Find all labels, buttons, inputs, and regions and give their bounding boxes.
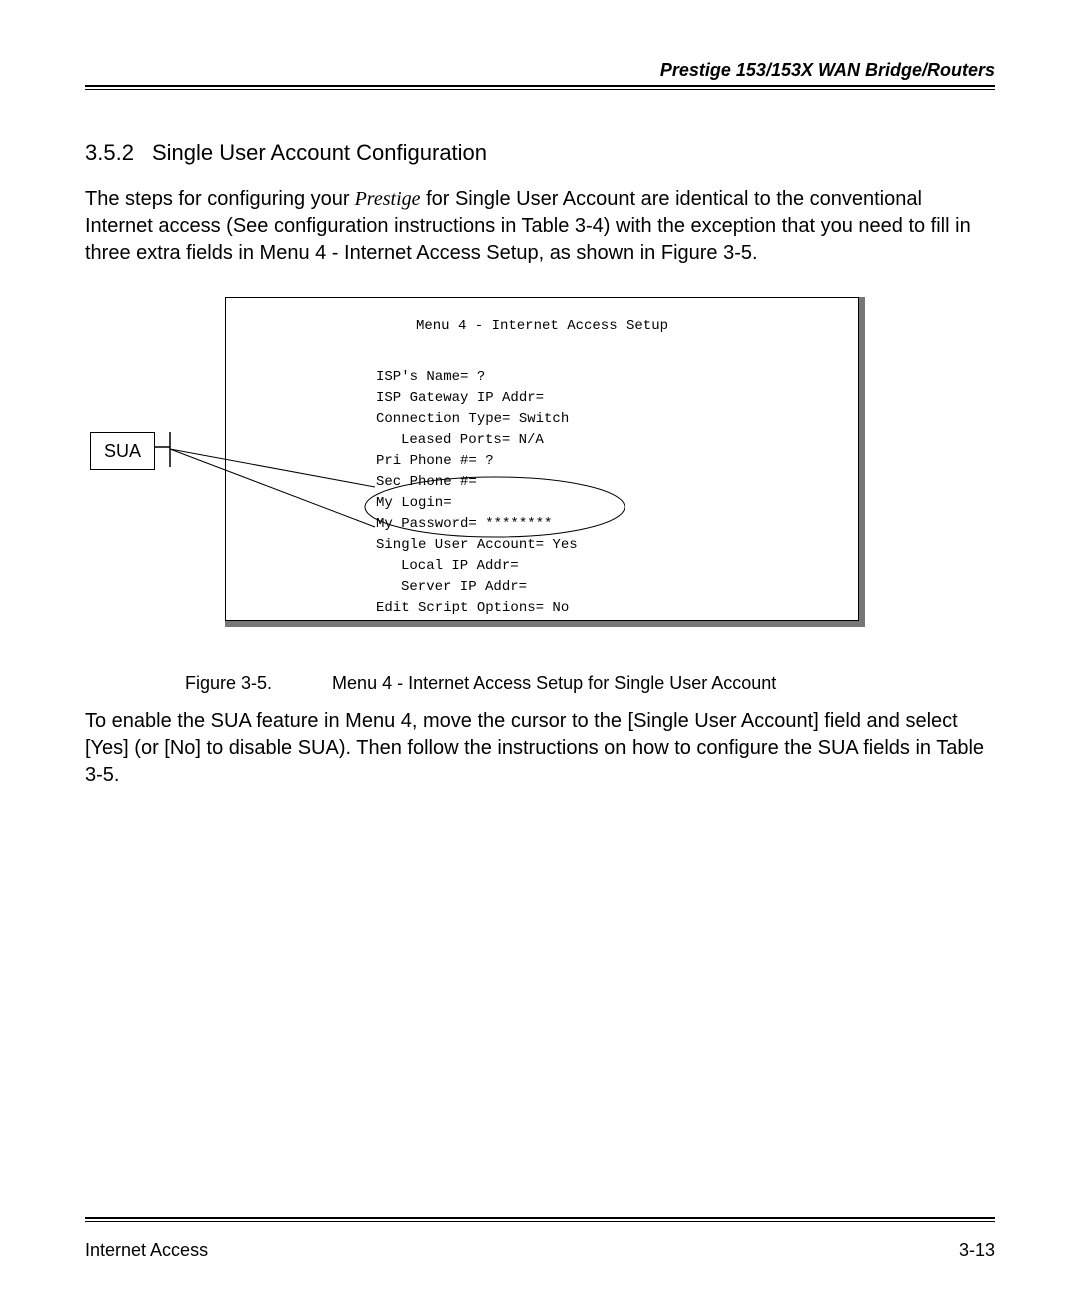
terminal-title: Menu 4 - Internet Access Setup xyxy=(256,316,828,337)
terminal-line: Single User Account= Yes xyxy=(256,535,828,556)
terminal-line: Local IP Addr= xyxy=(256,556,828,577)
terminal-screen: Menu 4 - Internet Access Setup ISP's Nam… xyxy=(225,297,859,621)
terminal-line: ISP's Name= ? xyxy=(256,367,828,388)
footer-left: Internet Access xyxy=(85,1240,208,1261)
terminal-line: Edit Script Options= No xyxy=(256,598,828,619)
terminal-line: Connection Type= Switch xyxy=(256,409,828,430)
figure-container: SUA Menu 4 - Internet Access Setup ISP's… xyxy=(85,297,995,667)
paragraph-2: To enable the SUA feature in Menu 4, mov… xyxy=(85,708,995,789)
page-footer: Internet Access 3-13 xyxy=(85,1217,995,1261)
figure-caption-text: Menu 4 - Internet Access Setup for Singl… xyxy=(332,673,776,693)
terminal-line: Leased Ports= N/A xyxy=(256,430,828,451)
page-header-title: Prestige 153/153X WAN Bridge/Routers xyxy=(85,60,995,85)
terminal-line: My Password= ******** xyxy=(256,514,828,535)
figure-caption-label: Figure 3-5. xyxy=(185,673,272,693)
sua-callout-label: SUA xyxy=(90,432,155,470)
section-heading: 3.5.2 Single User Account Configuration xyxy=(85,140,995,166)
terminal-line: Server IP Addr= xyxy=(256,577,828,598)
terminal-shadow: Menu 4 - Internet Access Setup ISP's Nam… xyxy=(225,297,865,627)
terminal-line: Sec Phone #= xyxy=(256,472,828,493)
paragraph-1: The steps for configuring your Prestige … xyxy=(85,186,995,267)
section-number: 3.5.2 xyxy=(85,140,134,165)
figure-caption: Figure 3-5. Menu 4 - Internet Access Setu… xyxy=(185,673,995,694)
footer-right: 3-13 xyxy=(959,1240,995,1261)
terminal-line: My Login= xyxy=(256,493,828,514)
terminal-line: ISP Gateway IP Addr= xyxy=(256,388,828,409)
terminal-line: Pri Phone #= ? xyxy=(256,451,828,472)
section-title: Single User Account Configuration xyxy=(152,140,487,165)
